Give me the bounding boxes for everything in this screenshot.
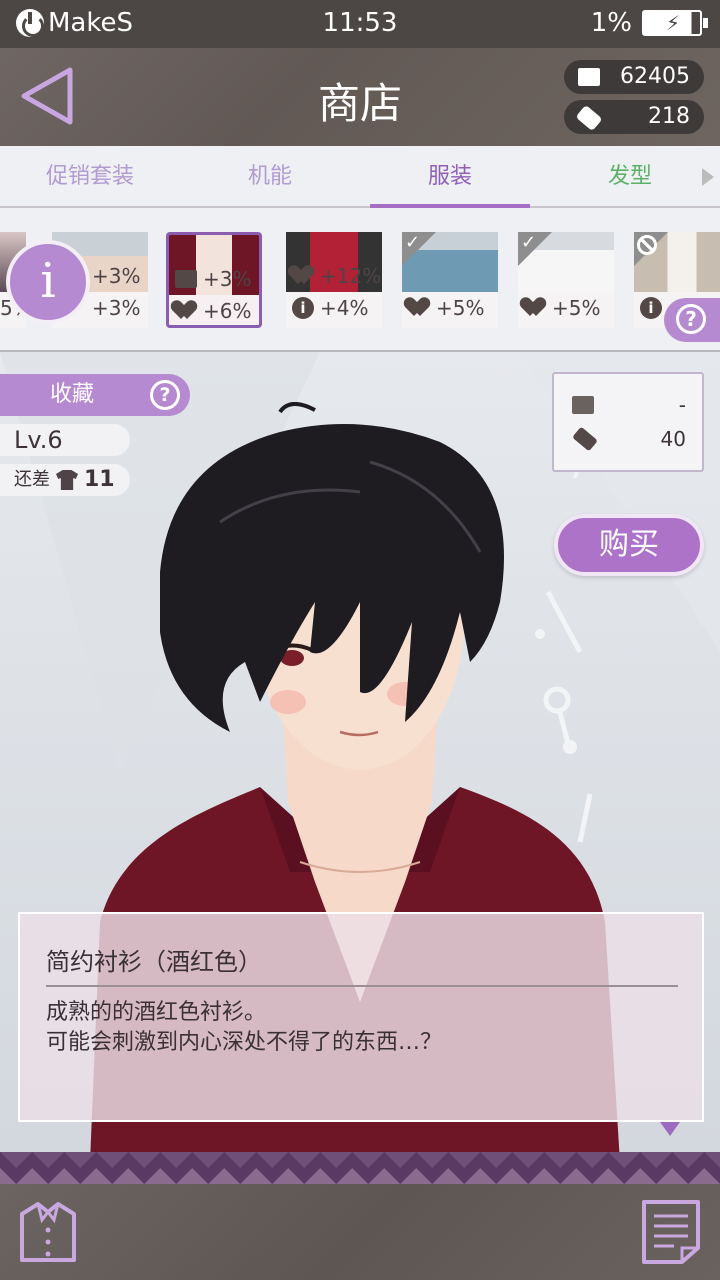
remain-label: 还差 bbox=[14, 469, 50, 490]
battery-icon: ⚡ bbox=[642, 10, 708, 36]
battery-percent: 1% bbox=[590, 8, 632, 38]
owned-check-icon bbox=[518, 232, 552, 266]
tab-clothing[interactable]: 服装 bbox=[370, 146, 530, 210]
item-strip: 5% +3% +3% +3% +6% +12% i+4% +5% +5% i i… bbox=[0, 208, 720, 352]
card-currency: 62405 bbox=[564, 60, 704, 94]
shop-header: 商店 62405 218 bbox=[0, 48, 720, 146]
item-description: 成熟的的酒红色衬衫。 可能会刺激到内心深处不得了的东西…？ bbox=[46, 998, 678, 1058]
wardrobe-button[interactable] bbox=[16, 1200, 80, 1264]
tab-hairstyle[interactable]: 发型 bbox=[550, 146, 710, 208]
strip-help-button[interactable]: ? bbox=[664, 298, 720, 342]
item-card-selected[interactable]: +3% +6% bbox=[166, 232, 262, 328]
heart-icon bbox=[175, 301, 197, 321]
item-card[interactable]: +5% bbox=[402, 232, 498, 328]
unavailable-icon bbox=[634, 232, 668, 266]
info-icon: i bbox=[640, 297, 662, 319]
decorative-pattern bbox=[0, 1152, 720, 1184]
item-stat: +5% bbox=[402, 294, 498, 322]
owned-check-icon bbox=[402, 232, 436, 266]
item-name: 简约衬衫（酒红色） bbox=[46, 942, 678, 987]
continue-arrow-icon[interactable] bbox=[660, 1122, 680, 1136]
item-stat: +12% bbox=[286, 262, 382, 290]
description-line: 成熟的的酒红色衬衫。 bbox=[46, 1000, 267, 1025]
ticket-icon bbox=[575, 104, 603, 132]
info-icon: i bbox=[292, 297, 314, 319]
ticket-currency: 218 bbox=[564, 100, 704, 134]
card-icon bbox=[175, 270, 197, 288]
item-card[interactable]: +5% bbox=[518, 232, 614, 328]
bottom-bar bbox=[0, 1184, 720, 1280]
help-icon: ? bbox=[676, 304, 706, 334]
status-battery: 1% ⚡ bbox=[590, 8, 708, 38]
item-description-panel: 简约衬衫（酒红色） 成熟的的酒红色衬衫。 可能会刺激到内心深处不得了的东西…？ bbox=[18, 912, 704, 1122]
item-card[interactable]: +12% i +4% bbox=[286, 232, 382, 328]
heart-icon bbox=[524, 298, 546, 318]
category-tabs: 促销套装 机能 服装 发型 bbox=[0, 146, 720, 210]
tab-promo-sets[interactable]: 促销套装 bbox=[10, 146, 170, 208]
item-info-button[interactable]: i bbox=[6, 240, 90, 324]
price-card-value: - bbox=[678, 393, 686, 417]
heart-icon bbox=[408, 298, 430, 318]
heart-icon bbox=[292, 266, 314, 286]
card-currency-value: 62405 bbox=[620, 64, 690, 89]
ticket-currency-value: 218 bbox=[648, 104, 690, 129]
description-line: 可能会刺激到内心深处不得了的东西…？ bbox=[46, 1030, 443, 1055]
memo-button[interactable] bbox=[640, 1198, 702, 1266]
price-ticket-value: 40 bbox=[660, 427, 686, 451]
card-icon bbox=[578, 68, 600, 86]
tab-next-arrow-icon[interactable] bbox=[702, 168, 714, 186]
item-stat: i +4% bbox=[286, 294, 382, 322]
item-stat: +5% bbox=[518, 294, 614, 322]
item-stat: +6% bbox=[169, 297, 259, 325]
item-stat: +3% bbox=[169, 265, 259, 293]
status-bar: MakeS 11:53 1% ⚡ bbox=[0, 0, 720, 48]
tab-function[interactable]: 机能 bbox=[190, 146, 350, 208]
